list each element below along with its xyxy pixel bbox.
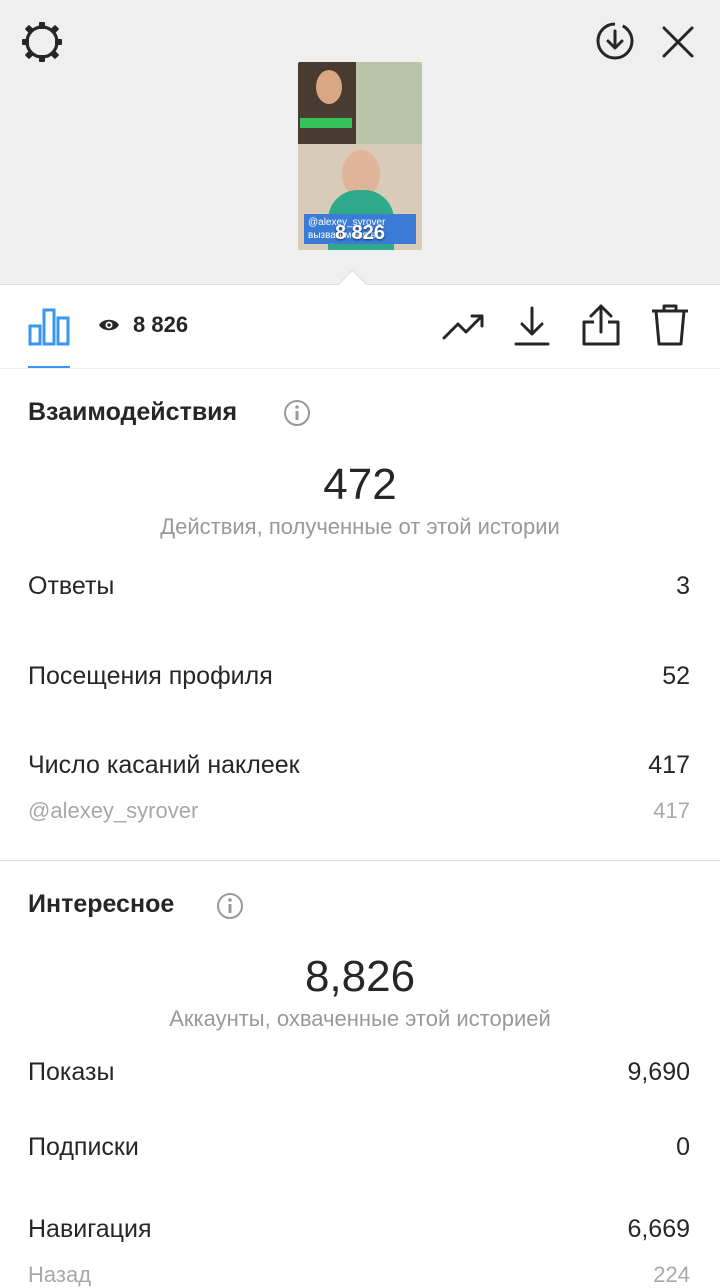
eye-icon <box>99 319 119 331</box>
trash-icon[interactable] <box>650 302 690 348</box>
impressions-label: Показы <box>28 1058 115 1086</box>
close-icon[interactable] <box>660 24 696 60</box>
profile-visits-label: Посещения профиля <box>28 662 273 690</box>
share-icon[interactable] <box>580 302 622 348</box>
sticker-mention-label: @alexey_syrover <box>28 798 199 823</box>
discovery-title: Интересное <box>28 890 175 918</box>
back-label: Назад <box>28 1262 92 1287</box>
sticker-taps-label: Число касаний наклеек <box>28 751 300 779</box>
replies-value: 3 <box>676 572 690 600</box>
gear-icon[interactable] <box>20 20 64 64</box>
story-toolbar: 8 826 <box>0 284 720 369</box>
navigation-label: Навигация <box>28 1215 152 1243</box>
view-count: 8 826 <box>133 312 189 337</box>
impressions-value: 9,690 <box>627 1058 690 1086</box>
story-thumbnail[interactable]: @alexey_syrover вызвал меня в эстафету 8… <box>298 62 422 250</box>
download-circle-icon[interactable] <box>594 20 636 62</box>
interactions-title: Взаимодействия <box>28 398 238 426</box>
back-value: 224 <box>653 1262 690 1287</box>
face-image <box>316 70 342 104</box>
download-icon[interactable] <box>512 304 552 348</box>
green-banner <box>300 118 352 128</box>
toolbar-divider <box>0 368 720 369</box>
insights-panel <box>0 284 720 1281</box>
follows-value: 0 <box>676 1133 690 1161</box>
video-tile-top-right <box>356 62 422 144</box>
interactions-total: 472 <box>323 460 397 509</box>
trend-up-icon[interactable] <box>442 310 486 342</box>
discovery-total: 8,826 <box>304 952 416 1001</box>
sticker-taps-value: 417 <box>648 751 690 779</box>
profile-visits-value: 52 <box>662 662 690 690</box>
bar-chart-icon[interactable] <box>28 306 70 346</box>
sticker-mention-value: 417 <box>653 798 690 823</box>
follows-label: Подписки <box>28 1133 139 1161</box>
info-icon[interactable] <box>283 399 311 427</box>
discovery-caption: Аккаунты, охваченные этой историей <box>169 1006 551 1031</box>
interactions-caption: Действия, полученные от этой истории <box>160 514 560 539</box>
navigation-value: 6,669 <box>627 1215 690 1243</box>
info-icon[interactable] <box>216 892 244 920</box>
replies-label: Ответы <box>28 572 115 600</box>
section-divider <box>0 860 720 861</box>
story-views-overlay: 8 826 <box>334 222 386 244</box>
